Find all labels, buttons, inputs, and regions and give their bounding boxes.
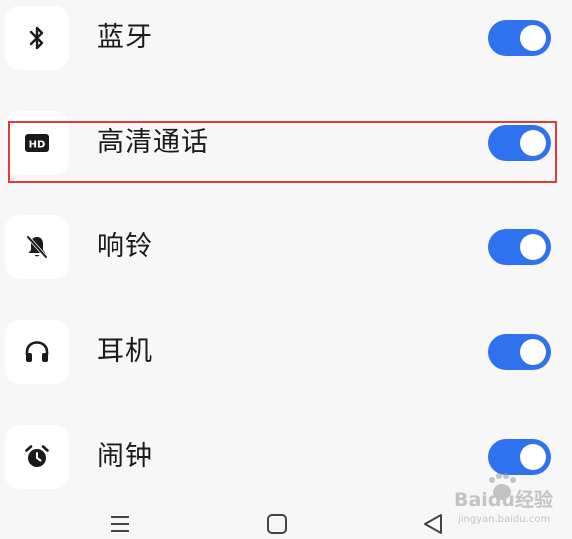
toggle-ringtone[interactable] [488,229,551,265]
alarm-clock-icon [25,445,49,467]
home-square-icon[interactable] [260,509,294,539]
toggle-headphones[interactable] [488,334,551,370]
setting-label-alarm: 闹钟 [97,441,153,472]
setting-row-headphones[interactable]: 耳机 [0,320,572,384]
setting-label-ringtone: 响铃 [97,231,153,262]
bell-off-icon [26,235,48,259]
setting-row-ringtone[interactable]: 响铃 [0,215,572,279]
setting-row-bluetooth[interactable]: 蓝牙 [0,6,572,70]
hd-icon-tile: HD [5,111,69,175]
toggle-knob [520,25,546,51]
bluetooth-icon [29,26,44,50]
toggle-alarm[interactable] [488,439,551,475]
bluetooth-icon-tile [5,6,69,70]
toggle-hd-call[interactable] [488,125,551,161]
navigation-bar [0,505,572,539]
menu-icon[interactable] [103,509,137,539]
setting-label-headphones: 耳机 [97,336,153,367]
toggle-knob [520,234,546,260]
toggle-bluetooth[interactable] [488,20,551,56]
toggle-knob [520,130,546,156]
back-triangle-icon[interactable] [416,509,450,539]
bell-icon-tile [5,215,69,279]
setting-row-alarm[interactable]: 闹钟 [0,425,572,489]
alarm-icon-tile [5,425,69,489]
setting-row-hd-call[interactable]: HD 高清通话 [0,111,572,175]
headphones-icon [25,341,49,362]
headphones-icon-tile [5,320,69,384]
setting-label-bluetooth: 蓝牙 [97,22,153,53]
setting-label-hd-call: 高清通话 [97,127,209,158]
svg-text:HD: HD [29,140,46,151]
toggle-knob [520,444,546,470]
toggle-knob [520,339,546,365]
hd-icon: HD [25,134,49,152]
